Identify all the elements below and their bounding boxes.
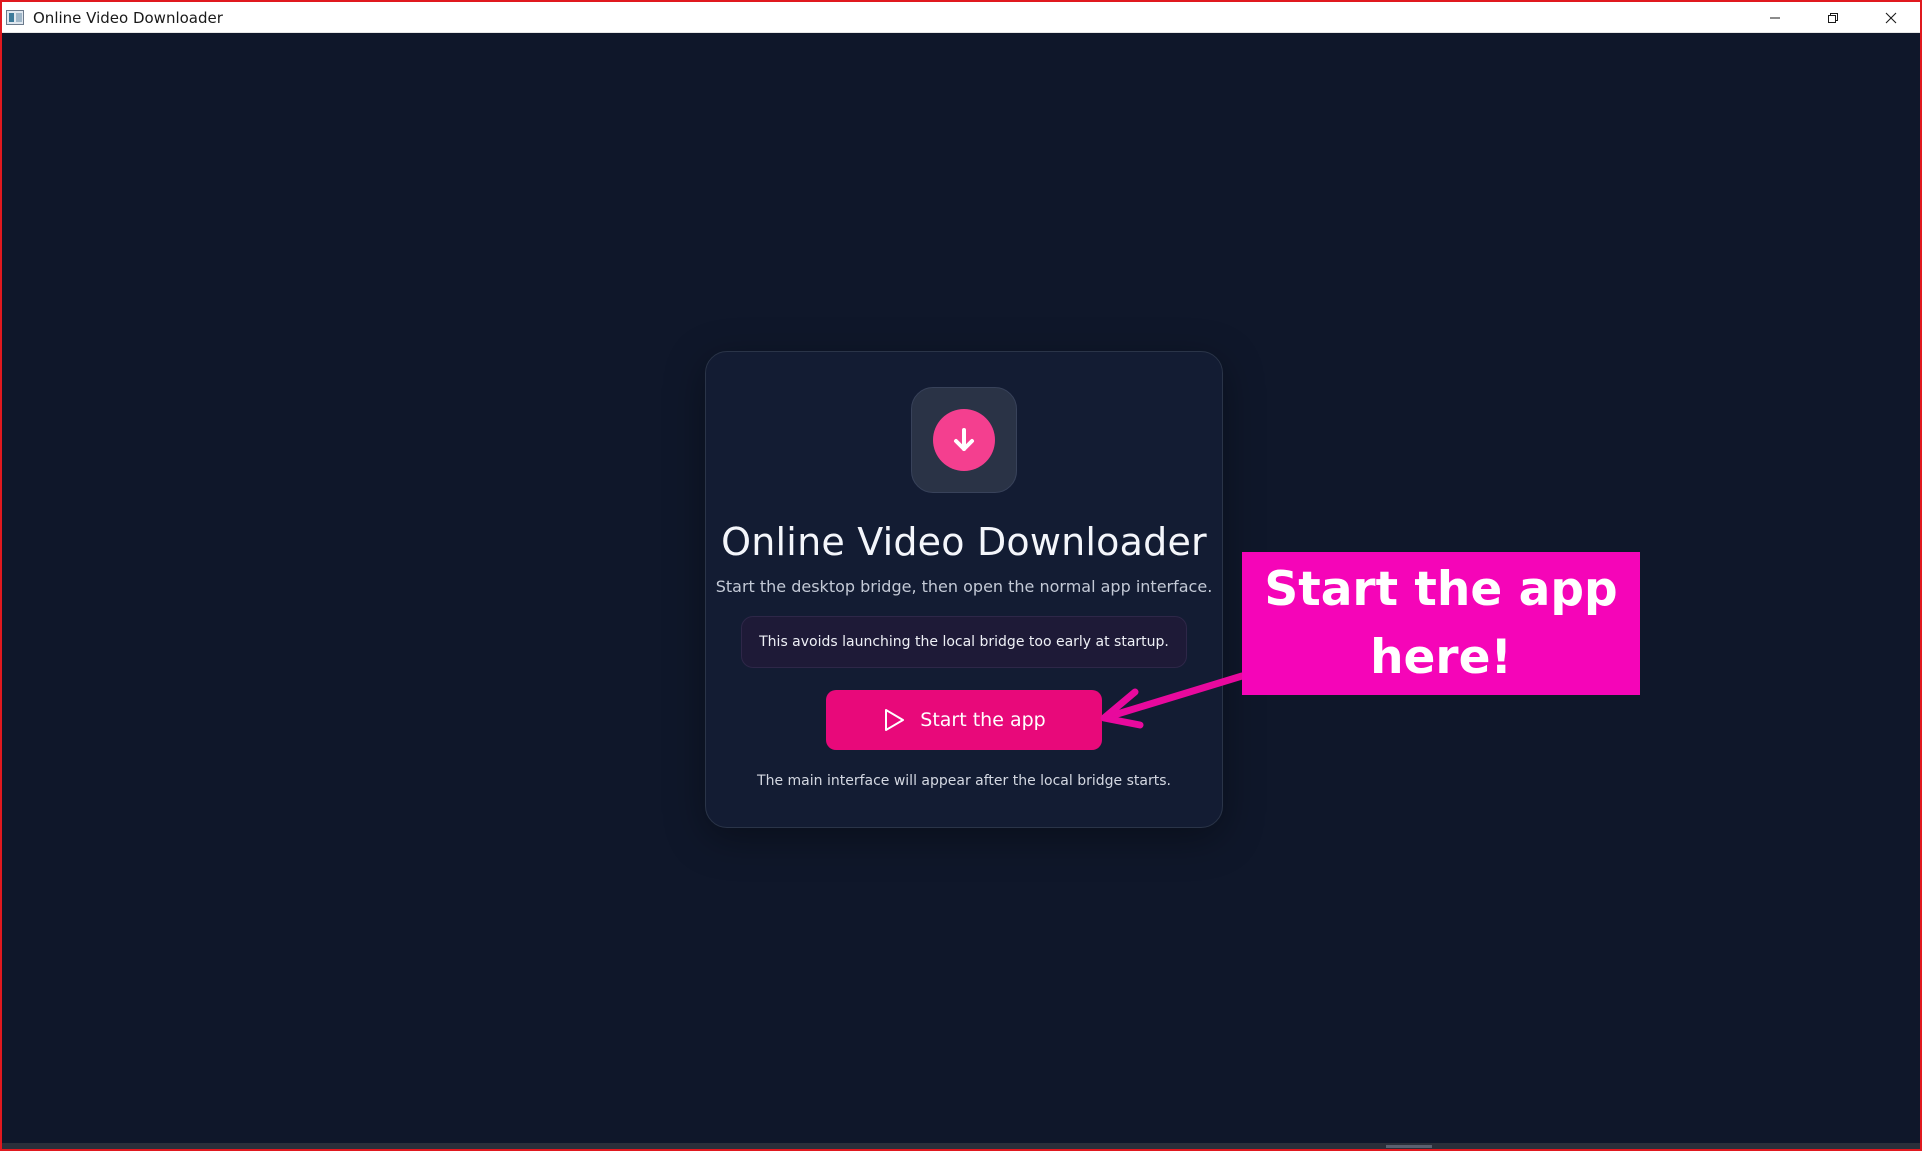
startup-card: Online Video Downloader Start the deskto… [705,351,1223,828]
startup-footnote: The main interface will appear after the… [757,773,1171,789]
restore-button[interactable] [1804,2,1862,33]
annotation-callout: Start the app here! [1242,552,1640,695]
startup-notice: This avoids launching the local bridge t… [741,616,1187,668]
app-window: Online Video Downloader Online Video Dow… [0,0,1922,1151]
close-icon [1885,12,1897,23]
restore-icon [1828,12,1838,23]
minimize-button[interactable] [1746,2,1804,33]
app-title: Online Video Downloader [721,520,1207,564]
annotation-text: Start the app here! [1264,561,1618,685]
resize-handle[interactable] [1386,1145,1432,1148]
notice-text: This avoids launching the local bridge t… [759,634,1169,650]
play-icon [885,709,905,731]
logo-circle [933,409,995,471]
window-title: Online Video Downloader [33,9,223,27]
start-app-button[interactable]: Start the app [826,690,1102,750]
app-logo [911,387,1017,493]
minimize-icon [1770,17,1780,18]
app-window-icon [6,10,24,25]
download-arrow-icon [954,428,974,451]
start-app-label: Start the app [920,709,1046,731]
close-button[interactable] [1862,2,1920,33]
app-subtitle: Start the desktop bridge, then open the … [715,577,1213,596]
title-bar: Online Video Downloader [2,2,1920,33]
bottom-edge [2,1143,1920,1149]
